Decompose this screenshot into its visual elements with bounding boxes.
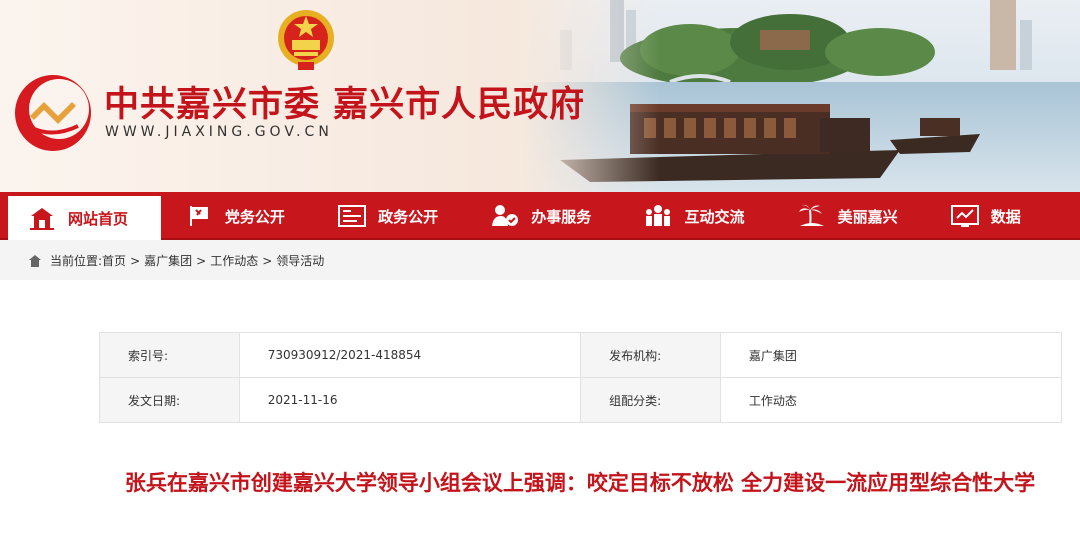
site-url[interactable]: WWW.JIAXING.GOV.CN — [105, 124, 333, 140]
nav-label: 网站首页 — [68, 209, 129, 228]
date-label: 发文日期: — [99, 377, 240, 423]
nav-item-party-affairs[interactable]: 党务公开 — [161, 192, 314, 240]
main-nav: 网站首页 党务公开 政务公开 办事服务 互动交流 美丽嘉兴 数据 — [0, 192, 1080, 240]
nav-item-services[interactable]: 办事服务 — [467, 192, 620, 240]
home-icon — [29, 254, 41, 267]
site-logo-icon — [15, 75, 91, 151]
header-banner: 中共嘉兴市委 嘉兴市人民政府 WWW.JIAXING.GOV.CN — [0, 0, 1080, 192]
nav-label: 党务公开 — [224, 207, 285, 226]
nav-label: 政务公开 — [378, 207, 439, 226]
nav-item-data[interactable]: 数据 — [927, 192, 1080, 240]
breadcrumb: 当前位置: 首页 > 嘉广集团 > 工作动态 > 领导活动 — [28, 252, 324, 269]
nav-item-interaction[interactable]: 互动交流 — [620, 192, 773, 240]
nav-label: 美丽嘉兴 — [837, 207, 898, 226]
publisher-value: 嘉广集团 — [719, 332, 1063, 378]
article-info-table: 索引号: 730930912/2021-418854 发布机构: 嘉广集团 发文… — [99, 332, 1063, 423]
date-value: 2021-11-16 — [238, 377, 582, 423]
breadcrumb-leader-activities[interactable]: 领导活动 — [276, 252, 324, 269]
breadcrumb-separator: > — [262, 253, 273, 268]
nav-label: 数据 — [990, 207, 1021, 226]
breadcrumb-jiaguang-group[interactable]: 嘉广集团 — [144, 252, 192, 269]
home-icon — [28, 204, 56, 232]
palm-tree-icon — [798, 202, 826, 230]
nav-label: 办事服务 — [531, 207, 592, 226]
people-group-icon — [644, 202, 672, 230]
nav-item-home[interactable]: 网站首页 — [8, 196, 161, 240]
nav-item-beautiful-jiaxing[interactable]: 美丽嘉兴 — [774, 192, 927, 240]
breadcrumb-home[interactable]: 首页 — [102, 252, 126, 269]
south-lake-red-boat-photo — [520, 0, 1080, 192]
index-label: 索引号: — [99, 332, 240, 378]
document-list-icon — [338, 202, 367, 230]
category-value: 工作动态 — [719, 377, 1063, 423]
publisher-label: 发布机构: — [580, 332, 721, 378]
index-value: 730930912/2021-418854 — [238, 332, 582, 378]
service-person-icon — [491, 202, 519, 230]
nav-label: 互动交流 — [684, 207, 745, 226]
category-label: 组配分类: — [580, 377, 721, 423]
data-chart-icon — [950, 202, 979, 230]
party-flag-icon — [185, 202, 213, 230]
nav-item-government-affairs[interactable]: 政务公开 — [314, 192, 467, 240]
breadcrumb-prefix: 当前位置: — [50, 254, 103, 268]
breadcrumb-bar: 当前位置: 首页 > 嘉广集团 > 工作动态 > 领导活动 — [0, 240, 1080, 280]
breadcrumb-work-news[interactable]: 工作动态 — [210, 252, 258, 269]
table-row: 索引号: 730930912/2021-418854 发布机构: 嘉广集团 — [99, 332, 1063, 378]
table-row: 发文日期: 2021-11-16 组配分类: 工作动态 — [99, 377, 1063, 423]
site-title[interactable]: 中共嘉兴市委 嘉兴市人民政府 — [104, 76, 585, 127]
article-title: 张兵在嘉兴市创建嘉兴大学领导小组会议上强调：咬定目标不放松 全力建设一流应用型综… — [124, 471, 1036, 495]
breadcrumb-separator: > — [196, 253, 207, 268]
national-emblem-icon — [278, 10, 334, 70]
breadcrumb-separator: > — [130, 253, 141, 268]
